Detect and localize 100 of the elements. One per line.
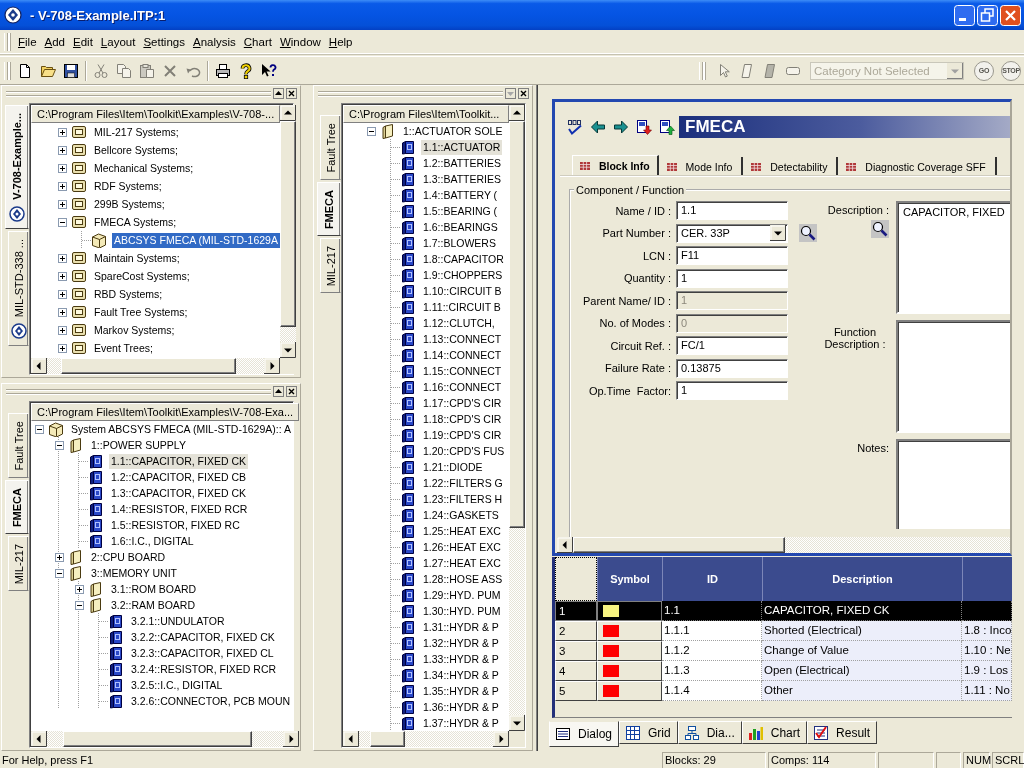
tree-item[interactable]: Mechanical Systems;	[92, 160, 196, 176]
horizontal-scrollbar[interactable]	[31, 358, 281, 374]
collapse-icon[interactable]	[54, 568, 64, 578]
column-header[interactable]: ID	[662, 557, 762, 601]
view-tab[interactable]: Chart	[741, 721, 808, 744]
pane-grip[interactable]	[6, 90, 271, 97]
scroll-right-icon[interactable]	[283, 731, 300, 747]
tree-item[interactable]: RDF Systems;	[92, 178, 164, 194]
grip-handle[interactable]	[699, 61, 703, 80]
save-icon[interactable]	[63, 62, 79, 79]
menu-item[interactable]: File	[14, 33, 41, 50]
expand-icon[interactable]	[57, 289, 67, 299]
expand-icon[interactable]	[74, 584, 84, 594]
tree-item[interactable]: 1.14::CONNECT	[421, 347, 504, 363]
scroll-left-icon[interactable]	[343, 731, 359, 747]
tree-item[interactable]: ABCSYS FMECA (MIL-STD-1629A	[112, 232, 280, 248]
tree-item[interactable]: 1.19::CPD'S CIR	[421, 427, 504, 443]
tree-item[interactable]: 1.4::BATTERY (	[421, 187, 500, 203]
collapse-icon[interactable]	[74, 600, 84, 610]
expand-icon[interactable]	[57, 163, 67, 173]
tree-item[interactable]: 1.34::HYDR & P	[421, 667, 501, 683]
tree-item[interactable]: 1.3::CAPACITOR, FIXED CK	[109, 485, 248, 501]
tree-item[interactable]: 1.8::CAPACITOR	[421, 251, 506, 267]
view-tab[interactable]: Dia...	[677, 721, 742, 744]
tree-item[interactable]: 1.25::HEAT EXC	[421, 523, 503, 539]
pane-grip[interactable]	[318, 90, 503, 97]
menu-item[interactable]: Chart	[239, 33, 276, 50]
menu-item[interactable]: Analysis	[188, 33, 240, 50]
tree-item[interactable]: 1.16::CONNECT	[421, 379, 504, 395]
tree-item[interactable]: 1::POWER SUPPLY	[89, 437, 188, 453]
column-header[interactable]: Symbol	[597, 557, 662, 601]
scroll-left-icon[interactable]	[557, 537, 573, 553]
tree-item[interactable]: 1.6::I.C., DIGITAL	[109, 533, 196, 549]
tree-item[interactable]: 1.1::CAPACITOR, FIXED CK	[109, 453, 248, 469]
row-header[interactable]: 5	[555, 681, 597, 701]
side-tab[interactable]: MIL-217	[8, 535, 29, 591]
tree-item[interactable]: 1::ACTUATOR SOLE	[401, 123, 505, 139]
text-field[interactable]: F11	[676, 246, 788, 265]
tree-item[interactable]: 1.15::CONNECT	[421, 363, 504, 379]
expand-icon[interactable]	[57, 253, 67, 263]
corner-cell[interactable]	[555, 557, 597, 601]
tab[interactable]: Diagnostic Coverage SFF	[838, 157, 997, 176]
menu-item[interactable]: Layout	[96, 33, 140, 50]
tree-item[interactable]: 1.26::HEAT EXC	[421, 539, 503, 555]
tree-item[interactable]: 1.28::HOSE ASS	[421, 571, 505, 587]
text-field[interactable]: FC/1	[676, 336, 788, 355]
spellcheck-icon[interactable]	[567, 119, 583, 135]
tree-item[interactable]: 1.22::FILTERS G	[421, 475, 505, 491]
grip-handle[interactable]	[4, 32, 8, 51]
text-field[interactable]: 1.1	[676, 201, 788, 220]
menu-item[interactable]: Add	[40, 33, 69, 50]
expand-icon[interactable]	[57, 307, 67, 317]
side-tab[interactable]: FMECA	[5, 479, 29, 534]
tree-item[interactable]: 3.2.1::UNDULATOR	[129, 613, 227, 629]
tab[interactable]: Detectability	[743, 157, 839, 176]
menu-item[interactable]: Edit	[69, 33, 97, 50]
expand-icon[interactable]	[57, 145, 67, 155]
tree-item[interactable]: 3.2.3::CAPACITOR, FIXED CL	[129, 645, 276, 661]
restore-icon[interactable]	[977, 4, 998, 26]
tree-item[interactable]: 1.3::BATTERIES	[421, 171, 503, 187]
horizontal-scrollbar[interactable]	[343, 731, 509, 747]
tree-item[interactable]: 1.12::CLUTCH,	[421, 315, 497, 331]
print-icon[interactable]	[215, 62, 231, 79]
tree-item[interactable]: 1.20::CPD'S FUS	[421, 443, 507, 459]
tree-item[interactable]: 1.18::CPD'S CIR	[421, 411, 504, 427]
tree-item[interactable]: 1.4::RESISTOR, FIXED RCR	[109, 501, 250, 517]
horizontal-scrollbar[interactable]	[31, 731, 300, 747]
row-header[interactable]: 2	[555, 621, 597, 641]
help-icon[interactable]	[238, 62, 254, 79]
table-row[interactable]: 5 1.1.4 Other 1.11 : No	[555, 681, 1012, 701]
tree-item[interactable]: 3.2.6::CONNECTOR, PCB MOUN	[129, 693, 293, 709]
tree-item[interactable]: 1.21::DIODE	[421, 459, 485, 475]
expand-icon[interactable]	[57, 325, 67, 335]
tree-item[interactable]: Event Trees;	[92, 340, 155, 356]
tree-item[interactable]: RBD Systems;	[92, 286, 165, 302]
scroll-left-icon[interactable]	[31, 358, 47, 374]
table-row[interactable]: 1 1.1 CAPACITOR, FIXED CK	[555, 601, 1012, 621]
collapse-icon[interactable]	[54, 440, 64, 450]
tree-item[interactable]: 1.32::HYDR & P	[421, 635, 501, 651]
tree-item[interactable]: 1.24::GASKETS	[421, 507, 501, 523]
scroll-right-icon[interactable]	[264, 358, 281, 374]
tree-item[interactable]: 3::MEMORY UNIT	[89, 565, 179, 581]
text-field[interactable]: 1	[676, 268, 788, 288]
scroll-up-icon[interactable]	[280, 105, 297, 121]
left-arrow-icon[interactable]	[590, 119, 606, 135]
document-down-arrow-icon[interactable]	[636, 119, 652, 135]
tree-item[interactable]: 1.5::BEARING (	[421, 203, 500, 219]
scrollbar-thumb[interactable]	[61, 358, 236, 374]
tree-item[interactable]: System ABCSYS FMECA (MIL-STD-1629A):: A	[69, 421, 293, 437]
scrollbar-thumb[interactable]	[370, 731, 405, 747]
expand-icon[interactable]	[57, 127, 67, 137]
context-help-icon[interactable]	[261, 62, 277, 79]
tree-item[interactable]: FMECA Systems;	[92, 214, 179, 230]
scroll-left-icon[interactable]	[31, 731, 47, 747]
row-header[interactable]: 1	[555, 601, 597, 621]
path-header[interactable]: C:\Program Files\Item\Toolkit\Examples\V-708-Exa...	[31, 403, 300, 421]
table-row[interactable]: 2 1.1.1 Shorted (Electrical) 1.8 : Inco	[555, 621, 1012, 641]
close-icon[interactable]	[286, 88, 297, 99]
tree-item[interactable]: 299B Systems;	[92, 196, 167, 212]
expand-icon[interactable]	[57, 181, 67, 191]
